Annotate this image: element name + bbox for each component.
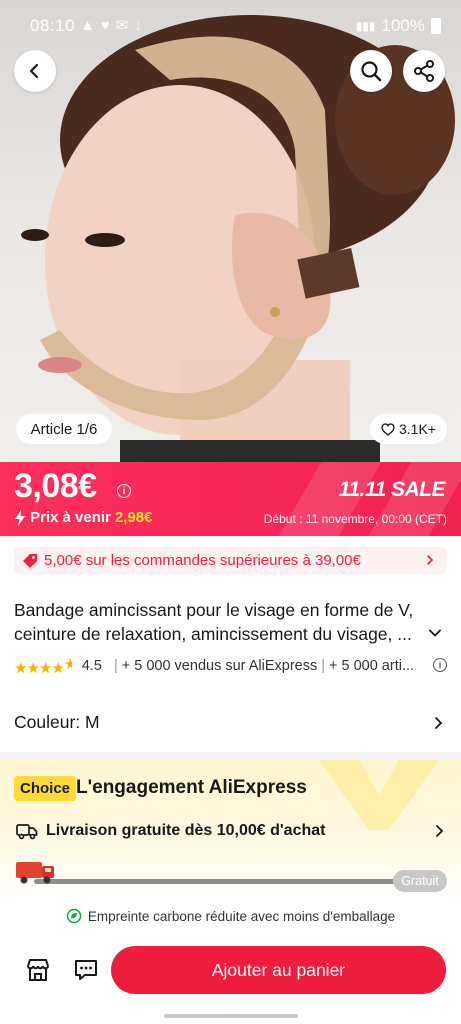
future-price-label: Prix à venir xyxy=(30,509,111,526)
coupon-text: 5,00€ sur les commandes supérieures à 39… xyxy=(44,552,361,569)
leaf-icon xyxy=(66,908,82,924)
share-icon xyxy=(414,60,434,82)
choice-badge: Choice xyxy=(14,776,77,801)
rating-stars: ★★★★★ xyxy=(14,656,72,676)
wishlist-button[interactable]: 3.1K+ xyxy=(370,414,447,444)
notification-icons: ▲♥✉↓ xyxy=(80,17,148,34)
status-right: ▮▮▮ 100% xyxy=(356,16,441,36)
section-divider xyxy=(0,752,461,760)
free-shipping-progress: Gratuit xyxy=(14,858,447,892)
progress-track xyxy=(34,879,410,884)
back-button[interactable] xyxy=(14,50,56,92)
truck-icon xyxy=(16,824,38,840)
search-icon xyxy=(361,61,382,82)
choice-title: L'engagement AliExpress xyxy=(76,777,307,798)
status-bar: 08:10 ▲♥✉↓ ▮▮▮ 100% xyxy=(0,0,461,50)
bolt-icon xyxy=(15,509,25,526)
store-icon[interactable] xyxy=(24,956,52,984)
info-icon[interactable]: i xyxy=(433,658,447,672)
info-icon[interactable]: i xyxy=(117,484,131,498)
variant-selector[interactable]: Couleur: M xyxy=(14,712,447,738)
truck-icon xyxy=(16,862,54,884)
chevron-right-icon xyxy=(435,717,443,729)
chevron-down-icon[interactable] xyxy=(428,626,442,640)
search-button[interactable] xyxy=(350,50,392,92)
coupon-row[interactable]: 5,00€ sur les commandes supérieures à 39… xyxy=(14,547,447,574)
chat-icon[interactable] xyxy=(72,956,100,984)
free-delivery-text: Livraison gratuite dès 10,00€ d'achat xyxy=(46,822,326,839)
sale-start-time: Début : 11 novembre, 00:00 (CET) xyxy=(263,512,447,526)
battery-percent: 100% xyxy=(381,16,425,35)
chevron-right-icon xyxy=(427,555,434,565)
separator: | xyxy=(113,658,118,674)
battery-icon xyxy=(431,18,441,34)
heart-icon xyxy=(381,422,395,436)
likes-count: 3.1K+ xyxy=(399,421,436,437)
carbon-footprint-note: Empreinte carbone réduite avec moins d'e… xyxy=(0,905,461,927)
future-price: 2,98€ xyxy=(114,509,153,526)
signal-icon: ▮▮▮ xyxy=(355,19,376,33)
share-button[interactable] xyxy=(403,50,445,92)
image-counter: Article 1/6 xyxy=(16,414,112,444)
home-indicator[interactable] xyxy=(164,1014,298,1018)
sold-count-aliexpress: + 5 000 vendus sur AliExpress xyxy=(121,658,318,674)
future-price-row: Prix à venir 2,98€ xyxy=(14,509,152,526)
price-banner: 3,08€ i Prix à venir 2,98€ 11.11 SALE Dé… xyxy=(0,462,461,536)
back-icon xyxy=(29,63,39,79)
free-badge: Gratuit xyxy=(393,870,447,892)
coupon-tag-icon xyxy=(23,553,37,568)
sold-count-articles: + 5 000 arti... xyxy=(329,658,415,674)
rating-score: 4.5 xyxy=(81,658,102,674)
color-label: Couleur: M xyxy=(14,712,100,732)
free-delivery-row[interactable]: Livraison gratuite dès 10,00€ d'achat xyxy=(16,822,325,840)
add-to-cart-button[interactable]: Ajouter au panier xyxy=(111,946,446,994)
carbon-text: Empreinte carbone réduite avec moins d'e… xyxy=(87,908,396,924)
sale-title: 11.11 SALE xyxy=(338,478,446,501)
chevron-right-icon[interactable] xyxy=(434,822,446,840)
separator: | xyxy=(321,658,325,674)
product-image-gallery[interactable]: 08:10 ▲♥✉↓ ▮▮▮ 100% Article 1/6 3.1K+ xyxy=(0,0,461,462)
product-title[interactable]: Bandage amincissant pour le visage en fo… xyxy=(14,598,424,646)
current-price: 3,08€ xyxy=(14,467,97,505)
choice-watermark-icon xyxy=(319,760,439,830)
rating-row[interactable]: ★★★★★ 4.5 | + 5 000 vendus sur AliExpres… xyxy=(14,656,454,676)
status-time: 08:10 xyxy=(30,16,76,35)
